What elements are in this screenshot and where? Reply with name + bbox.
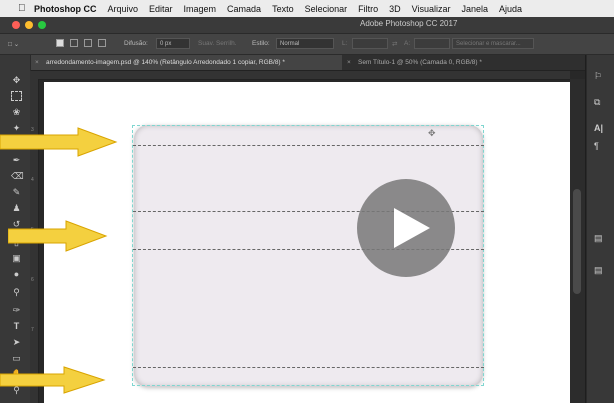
menu-texto[interactable]: Texto: [272, 4, 294, 14]
tab-label: arredondamento-imagem.psd @ 140% (Retâng…: [46, 59, 285, 66]
largura-input[interactable]: [352, 38, 388, 49]
vertical-scrollbar[interactable]: [570, 79, 585, 403]
character-icon[interactable]: A|: [594, 123, 603, 133]
close-tab-icon[interactable]: ×: [347, 55, 351, 70]
swap-icon[interactable]: ⇄: [392, 40, 397, 48]
pen-icon[interactable]: ✑: [11, 305, 22, 316]
video-play-button[interactable]: [357, 179, 455, 277]
document-tabs: × arredondamento-imagem.psd @ 140% (Retâ…: [30, 55, 585, 71]
close-tab-icon[interactable]: ×: [35, 55, 39, 70]
blur-icon[interactable]: ●: [11, 269, 22, 280]
menu-photoshop[interactable]: Photoshop CC: [34, 4, 97, 14]
marquee-preset-icon[interactable]: □ ⌄: [8, 40, 19, 48]
history-icon[interactable]: ⚐: [594, 71, 602, 82]
menu-ajuda[interactable]: Ajuda: [499, 4, 522, 14]
panel-icon[interactable]: ▤: [594, 233, 603, 244]
window-title: Adobe Photoshop CC 2017: [360, 19, 458, 28]
guide-line[interactable]: [133, 145, 484, 146]
altura-input[interactable]: [414, 38, 450, 49]
menu-visualizar[interactable]: Visualizar: [412, 4, 451, 14]
annotation-arrow: [0, 127, 118, 157]
new-selection-icon[interactable]: [56, 39, 64, 47]
stamp-icon[interactable]: ♟: [11, 203, 22, 214]
close-window-button[interactable]: [12, 21, 20, 29]
ruler-number: 6: [31, 277, 34, 283]
menu-bar:  Photoshop CC Arquivo Editar Imagem Cam…: [0, 0, 614, 17]
ruler-number: 4: [31, 177, 34, 183]
dodge-icon[interactable]: ⚲: [11, 287, 22, 298]
intersect-selection-icon[interactable]: [98, 39, 106, 47]
annotation-arrow: [0, 366, 106, 394]
difusao-input[interactable]: 0 px: [156, 38, 190, 49]
path-selection-icon[interactable]: ➤: [11, 337, 22, 348]
move-cursor-icon: ✥: [428, 128, 436, 138]
menu-selecionar[interactable]: Selecionar: [305, 4, 348, 14]
ruler-top: [30, 71, 570, 80]
healing-icon[interactable]: ⌫: [11, 171, 24, 182]
options-bar: □ ⌄ Difusão: 0 px Suav. Serrilh. Estilo:…: [0, 34, 614, 55]
window-title-bar: Adobe Photoshop CC 2017: [0, 17, 614, 34]
paragraph-icon[interactable]: ¶: [594, 141, 599, 151]
menu-camada[interactable]: Camada: [227, 4, 261, 14]
brush-icon[interactable]: ✎: [11, 187, 22, 198]
minimize-window-button[interactable]: [25, 21, 33, 29]
annotation-arrow: [8, 220, 108, 252]
menu-janela[interactable]: Janela: [462, 4, 489, 14]
select-mask-button[interactable]: Selecionar e mascarar...: [452, 38, 534, 49]
menu-3d[interactable]: 3D: [389, 4, 401, 14]
type-icon[interactable]: T: [11, 321, 22, 332]
add-selection-icon[interactable]: [70, 39, 78, 47]
tab-arredondamento[interactable]: × arredondamento-imagem.psd @ 140% (Retâ…: [30, 55, 342, 70]
zoom-window-button[interactable]: [38, 21, 46, 29]
rectangle-icon[interactable]: ▭: [11, 353, 22, 364]
apple-icon[interactable]: : [18, 3, 28, 14]
panel-icon[interactable]: ▤: [594, 265, 603, 276]
lasso-icon[interactable]: ❀: [11, 107, 22, 118]
scrollbar-thumb[interactable]: [573, 189, 581, 294]
layers-icon[interactable]: ⧉: [594, 97, 600, 108]
largura-label: L:: [342, 40, 348, 47]
play-icon: [394, 208, 430, 248]
suav-serrilh-checkbox[interactable]: Suav. Serrilh.: [198, 40, 237, 47]
right-panel-dock: ⚐ ⧉ A| ¶ ▤ ▤: [586, 55, 614, 403]
tab-label: Sem Título-1 @ 50% (Camada 0, RGB/8) *: [358, 59, 482, 66]
ruler-number: 7: [31, 327, 34, 333]
menu-arquivo[interactable]: Arquivo: [108, 4, 139, 14]
difusao-label: Difusão:: [124, 40, 148, 47]
guide-line[interactable]: [133, 367, 484, 368]
marquee-icon[interactable]: [11, 91, 22, 101]
menu-editar[interactable]: Editar: [149, 4, 173, 14]
move-icon[interactable]: ✥: [11, 75, 22, 86]
estilo-select[interactable]: Normal: [276, 38, 334, 49]
gradient-icon[interactable]: ▣: [11, 253, 22, 264]
altura-label: A:: [404, 40, 411, 47]
subtract-selection-icon[interactable]: [84, 39, 92, 47]
estilo-label: Estilo:: [252, 40, 270, 47]
tab-sem-titulo[interactable]: × Sem Título-1 @ 50% (Camada 0, RGB/8) *: [342, 55, 542, 70]
menu-filtro[interactable]: Filtro: [358, 4, 378, 14]
menu-imagem[interactable]: Imagem: [184, 4, 217, 14]
